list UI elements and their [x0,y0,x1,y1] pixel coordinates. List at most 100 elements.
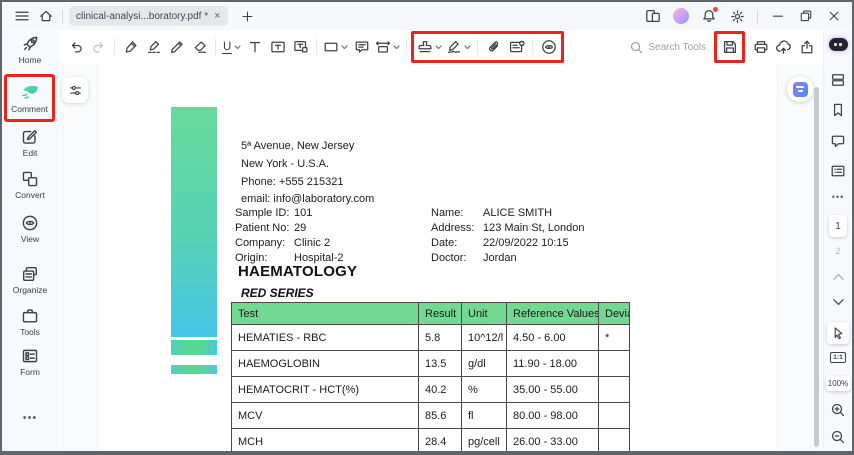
bookmarks-panel-button[interactable] [824,102,852,118]
table-cell [598,428,630,451]
sidebar-item-view[interactable]: View [2,214,58,244]
actual-size-button[interactable]: 1:1 [824,352,852,363]
table-cell: 4.50 - 6.00 [506,324,599,351]
maximize-button[interactable] [794,5,818,27]
search-tools-button[interactable]: Search Tools [629,40,706,55]
measure-tool-button[interactable] [373,34,402,60]
ai-robot-icon [828,38,848,51]
table-row: HAEMOGLOBIN 13.5 g/dl 11.90 - 18.00 [231,350,630,377]
right-sidebar-more-button[interactable]: ••• [824,192,852,202]
form-fields-panel-button[interactable] [824,163,852,179]
thumbnails-panel-button[interactable] [824,72,852,88]
comment-swoosh-icon [21,85,38,99]
previous-page-button[interactable] [824,272,852,281]
area-highlighter-tool-button[interactable] [142,34,165,60]
close-window-button[interactable] [822,5,846,27]
translate-widget-button[interactable] [787,76,813,102]
redo-button[interactable] [87,34,110,60]
ai-assistant-button[interactable] [824,38,852,51]
zoom-out-button[interactable] [824,429,852,445]
text-box-icon [271,41,285,53]
table-cell: 5.8 [418,324,462,351]
save-button[interactable] [718,34,741,60]
stamp-tool-button[interactable] [415,34,444,60]
sidebar-item-comment[interactable]: Comment [7,82,52,114]
comment-properties-toggle-button[interactable] [62,77,88,103]
table-cell: pg/cell [461,428,507,451]
sidebar-item-form[interactable]: Form [2,347,58,377]
annotation-highlight-comment: Comment [4,74,55,122]
table-row: HEMATOCRIT - HCT(%) 40.2% 35.00 - 55.00 [231,376,630,403]
organize-pages-icon [22,266,38,282]
comments-panel-button[interactable] [824,133,852,149]
account-button[interactable] [669,5,693,27]
zoom-level-indicator[interactable]: 100% [824,376,852,391]
share-button[interactable] [795,34,818,60]
notifications-button[interactable] [697,5,721,27]
column-header: Reference Values [506,302,599,325]
view-eye-icon [22,215,38,231]
info-value: Jordan [483,251,517,264]
settings-button[interactable] [725,5,749,27]
table-cell: * [598,324,630,351]
vertical-scrollbar[interactable] [814,87,819,447]
measure-icon [376,41,391,53]
sidebar-item-tools[interactable]: Tools [2,307,58,337]
titlebar-right-controls [641,5,852,27]
undo-button[interactable] [64,34,87,60]
attachment-tool-button[interactable] [482,34,505,60]
pdf-page[interactable]: 5ª Avenue, New Jersey New York - U.S.A. … [97,64,778,451]
table-cell: 80.00 - 98.00 [506,402,599,429]
page-indicator-next[interactable]: 2 [824,246,852,256]
sidebar-item-edit[interactable]: Edit [2,128,58,158]
info-value: 22/09/2022 10:15 [483,236,569,249]
page-indicator-current[interactable]: 1 [824,215,852,237]
right-sidebar: ••• 1 2 1:1 100% [823,30,852,451]
table-row: MCH 28.4 pg/cell 26.00 - 33.00 [231,428,630,451]
field-list-icon [831,165,845,177]
shape-tool-button[interactable] [321,34,350,60]
zoom-in-button[interactable] [824,402,852,418]
new-tab-button[interactable] [236,5,260,27]
minimize-button[interactable] [766,5,790,27]
document-viewport[interactable]: 5ª Avenue, New Jersey New York - U.S.A. … [58,64,823,451]
info-value: ALICE SMITH [483,207,553,219]
home-tab-button[interactable] [34,5,58,27]
zoom-in-icon [831,403,845,417]
signature-tool-button[interactable] [444,34,473,60]
table-cell: HAEMOGLOBIN [231,350,419,377]
zoom-out-icon [831,430,845,444]
highlighter-tool-button[interactable] [119,34,142,60]
sidebar-more-button[interactable]: ••• [2,412,58,424]
address-line: New York - U.S.A. [241,157,330,170]
sidebar-item-home[interactable]: Home [2,34,58,65]
next-page-button[interactable] [824,298,852,307]
table-cell: MCH [231,428,419,451]
hide-annotations-button[interactable] [537,34,560,60]
typewriter-tool-button[interactable] [289,34,312,60]
sidebar-item-convert[interactable]: Convert [2,170,58,200]
underline-tool-button[interactable]: U [220,34,243,60]
device-preview-button[interactable] [641,5,665,27]
sticky-note-tool-button[interactable] [350,34,373,60]
text-box-tool-button[interactable] [266,34,289,60]
column-header: Unit [461,302,507,325]
stamp-icon [418,41,432,53]
select-tool-button[interactable] [824,322,852,344]
print-button[interactable] [749,34,772,60]
sidebar-item-organize[interactable]: Organize [2,265,58,295]
column-header: Test [231,302,419,325]
eraser-tool-button[interactable] [188,34,211,60]
tab-close-icon[interactable]: × [214,10,220,22]
document-tab[interactable]: clinical-analysi...boratory.pdf * × [69,6,228,26]
text-tool-button[interactable] [243,34,266,60]
section-title: HAEMATOLOGY [238,263,358,280]
dictionary-book-icon [792,81,808,97]
subsection-title: RED SERIES [241,286,314,300]
info-label: Doctor: [431,251,467,264]
pencil-tool-button[interactable] [165,34,188,60]
hamburger-menu-button[interactable] [10,5,34,27]
plus-icon [242,11,253,21]
cloud-upload-button[interactable] [772,34,795,60]
insert-note-tool-button[interactable] [505,34,528,60]
